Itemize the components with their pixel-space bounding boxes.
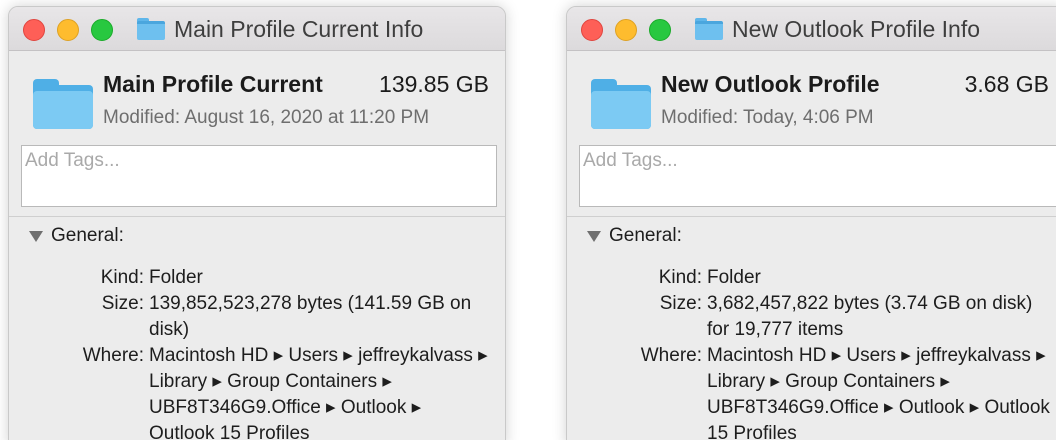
where-row: Where: Macintosh HD ▸ Users ▸ jeffreykal… [9, 343, 505, 440]
tags-field[interactable]: Add Tags... [21, 145, 497, 207]
folder-icon [591, 79, 651, 129]
section-title: General: [609, 225, 682, 246]
section-title: General: [51, 225, 124, 246]
window-controls [23, 19, 113, 41]
item-name: New Outlook Profile [661, 71, 880, 97]
item-size: 139.85 GB [379, 71, 489, 97]
minimize-button[interactable] [615, 19, 637, 41]
general-section-toggle[interactable]: General: [587, 225, 682, 247]
general-info: Kind: Folder Size: 139,852,523,278 bytes… [9, 265, 505, 440]
disclosure-triangle-icon[interactable] [587, 230, 601, 242]
where-value: Macintosh HD ▸ Users ▸ jeffreykalvass ▸ … [707, 345, 1050, 440]
kind-value: Folder [149, 267, 203, 288]
where-value: Macintosh HD ▸ Users ▸ jeffreykalvass ▸ … [149, 345, 488, 440]
where-label: Where: [640, 345, 702, 366]
name-size-line: New Outlook Profile 3.68 GB [661, 71, 1049, 98]
modified-date: Modified: August 16, 2020 at 11:20 PM [103, 107, 430, 128]
zoom-button[interactable] [91, 19, 113, 41]
folder-icon [33, 79, 93, 129]
title-bar[interactable]: Main Profile Current Info [9, 7, 505, 51]
window-title: Main Profile Current Info [174, 15, 424, 42]
item-size: 3.68 GB [964, 71, 1049, 97]
folder-icon [137, 18, 165, 40]
divider [9, 216, 505, 217]
window-title-group: New Outlook Profile Info [695, 7, 980, 51]
window-controls [581, 19, 671, 41]
item-name: Main Profile Current [103, 71, 323, 97]
minimize-button[interactable] [57, 19, 79, 41]
info-header: New Outlook Profile 3.68 GB Modified: To… [567, 51, 1056, 143]
info-window-new-outlook-profile: New Outlook Profile Info New Outlook Pro… [566, 6, 1056, 440]
general-section-toggle[interactable]: General: [29, 225, 124, 247]
kind-label: Kind: [658, 267, 702, 288]
close-button[interactable] [23, 19, 45, 41]
tags-placeholder: Add Tags... [583, 150, 678, 171]
name-size-line: Main Profile Current 139.85 GB [103, 71, 489, 98]
kind-row: Kind: Folder [567, 265, 1056, 291]
zoom-button[interactable] [649, 19, 671, 41]
size-label: Size: [659, 293, 702, 314]
kind-label: Kind: [100, 267, 144, 288]
close-button[interactable] [581, 19, 603, 41]
window-title-group: Main Profile Current Info [137, 7, 423, 51]
kind-row: Kind: Folder [9, 265, 505, 291]
size-value: 139,852,523,278 bytes (141.59 GB on disk… [149, 293, 472, 340]
info-header: Main Profile Current 139.85 GB Modified:… [9, 51, 505, 143]
size-row: Size: 139,852,523,278 bytes (141.59 GB o… [9, 291, 505, 343]
info-window-main-profile: Main Profile Current Info Main Profile C… [8, 6, 506, 440]
modified-date: Modified: Today, 4:06 PM [661, 107, 874, 128]
disclosure-triangle-icon[interactable] [29, 230, 43, 242]
title-bar[interactable]: New Outlook Profile Info [567, 7, 1056, 51]
size-row: Size: 3,682,457,822 bytes (3.74 GB on di… [567, 291, 1056, 343]
size-label: Size: [101, 293, 144, 314]
size-value: 3,682,457,822 bytes (3.74 GB on disk) fo… [707, 293, 1033, 340]
tags-field[interactable]: Add Tags... [579, 145, 1056, 207]
where-label: Where: [82, 345, 144, 366]
folder-icon [695, 18, 723, 40]
tags-placeholder: Add Tags... [25, 150, 120, 171]
general-info: Kind: Folder Size: 3,682,457,822 bytes (… [567, 265, 1056, 440]
divider [567, 216, 1056, 217]
window-title: New Outlook Profile Info [732, 15, 981, 42]
kind-value: Folder [707, 267, 761, 288]
where-row: Where: Macintosh HD ▸ Users ▸ jeffreykal… [567, 343, 1056, 440]
